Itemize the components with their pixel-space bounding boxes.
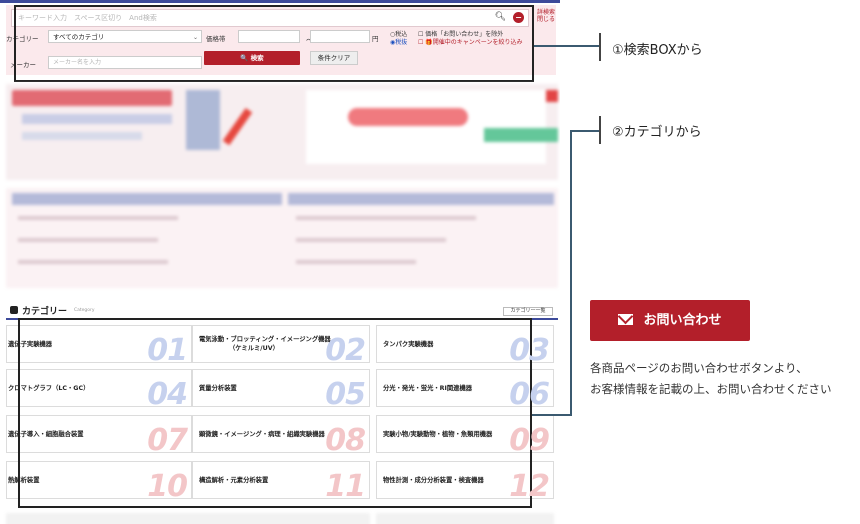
category-list-button[interactable]: カテゴリー一覧 [503,307,553,316]
blurred-news-panels [6,188,558,288]
connector-category-top [570,130,600,132]
category-heading: カテゴリー [22,307,68,317]
tag-icon [10,306,18,314]
annotation-bar [599,33,601,61]
close-search-label[interactable]: 詳検索 閉じる [537,9,555,23]
contact-desc-line2: お客様情報を記載の上、お問い合わせください [590,382,832,396]
contact-desc-line1: 各商品ページのお問い合わせボタンより、 [590,361,808,375]
banner-logo [12,90,172,106]
annotation-search-box: ①検索BOXから [612,43,703,58]
category-heading-sub: Category [74,308,95,313]
connector-search [534,45,600,47]
annotation-bar [599,116,601,144]
connector-category-v [570,130,572,416]
blurred-banner [6,84,558,180]
annotation-category: ②カテゴリから [612,125,702,140]
top-accent-line [0,0,560,3]
mail-icon [618,314,634,325]
contact-button[interactable]: お問い合わせ [590,300,750,341]
site-screenshot: キーワード入力 スペース区切り And検索 🔍︎ − 詳検索 閉じる カテゴリー… [0,0,560,524]
search-highlight-frame [14,5,534,82]
connector-category-h [532,414,572,416]
